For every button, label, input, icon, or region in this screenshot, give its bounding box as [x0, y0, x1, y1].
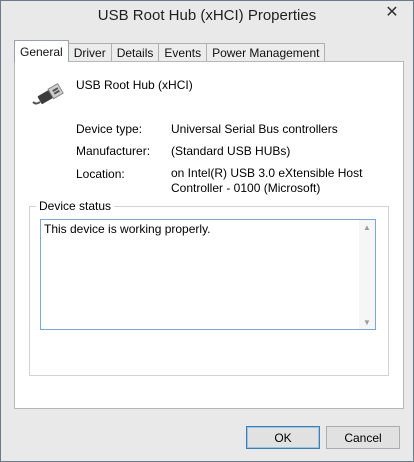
close-button[interactable]: ✕	[377, 2, 407, 22]
usb-connector-icon	[32, 82, 64, 105]
tab-strip: General Driver Details Events Power Mana…	[14, 40, 326, 62]
manufacturer-value: (Standard USB HUBs)	[171, 144, 291, 158]
tab-power-management[interactable]: Power Management	[206, 43, 326, 62]
status-scrollbar[interactable]: ▲ ▼	[359, 220, 375, 329]
tab-general[interactable]: General	[14, 40, 69, 62]
cancel-button[interactable]: Cancel	[326, 426, 400, 449]
manufacturer-label: Manufacturer:	[76, 144, 151, 158]
tab-details[interactable]: Details	[110, 43, 160, 62]
device-status-title: Device status	[36, 199, 115, 213]
window-title: USB Root Hub (xHCI) Properties	[97, 7, 317, 24]
scroll-down-arrow-icon[interactable]: ▼	[359, 315, 375, 329]
scroll-up-arrow-icon[interactable]: ▲	[359, 220, 375, 234]
device-type-label: Device type:	[76, 122, 143, 136]
ok-button[interactable]: OK	[246, 426, 320, 449]
device-status-text: This device is working properly.	[44, 222, 211, 236]
tab-driver[interactable]: Driver	[67, 43, 112, 62]
properties-window: USB Root Hub (xHCI) Properties ✕ General…	[0, 0, 414, 462]
tab-events[interactable]: Events	[158, 43, 208, 62]
location-label: Location:	[76, 167, 125, 181]
device-status-group: Device status This device is working pro…	[29, 199, 389, 376]
title-bar[interactable]: USB Root Hub (xHCI) Properties ✕	[1, 1, 413, 32]
location-value: on Intel(R) USB 3.0 eXtensible Host Cont…	[171, 166, 363, 195]
device-name: USB Root Hub (xHCI)	[76, 78, 193, 92]
general-tab-panel: USB Root Hub (xHCI) Device type: Univers…	[14, 61, 404, 409]
device-status-textbox[interactable]: This device is working properly. ▲ ▼	[40, 219, 376, 330]
device-type-value: Universal Serial Bus controllers	[171, 122, 338, 136]
